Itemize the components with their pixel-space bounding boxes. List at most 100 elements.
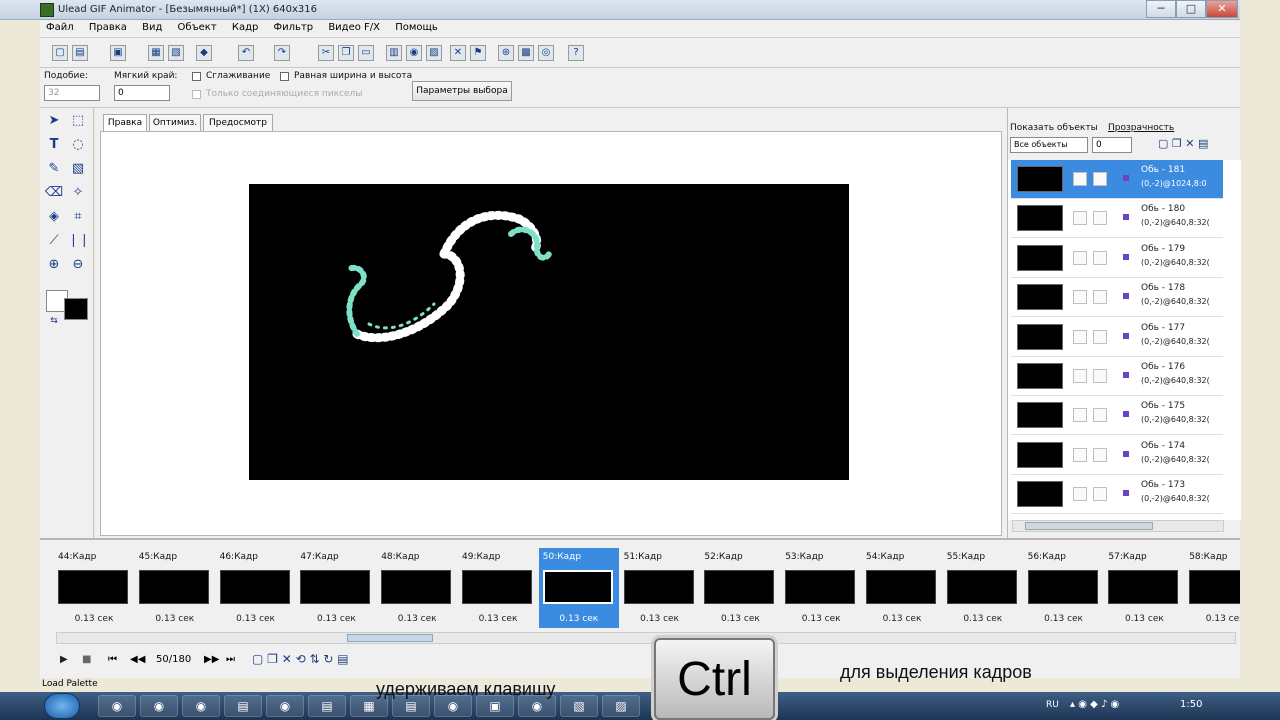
- first-frame-button[interactable]: ⏮: [108, 654, 117, 665]
- crop-tool-icon[interactable]: ⌗: [68, 208, 88, 226]
- frame-duration[interactable]: 0.13 сек: [620, 614, 700, 624]
- frame-duration[interactable]: 0.13 сек: [458, 614, 538, 624]
- menu-object[interactable]: Объект: [172, 20, 223, 35]
- start-button[interactable]: [44, 693, 80, 719]
- frame-item[interactable]: 52:Кадр 0.13 сек: [700, 548, 780, 628]
- object-visible-toggle[interactable]: [1073, 172, 1087, 186]
- frame-item[interactable]: 48:Кадр 0.13 сек: [377, 548, 457, 628]
- play-button[interactable]: ▶: [60, 654, 68, 665]
- object-lock-toggle[interactable]: [1093, 408, 1107, 423]
- frame-item[interactable]: 53:Кадр 0.13 сек: [781, 548, 861, 628]
- brush-tool-icon[interactable]: ❘❘: [68, 232, 90, 250]
- duplicate-frame-icon[interactable]: ◉: [406, 45, 422, 61]
- frame-duration[interactable]: 0.13 сек: [1024, 614, 1104, 624]
- prev-frame-button[interactable]: ◀◀: [130, 654, 145, 665]
- object-row[interactable]: Обь - 174 (0,-2)@640,8:32(: [1011, 435, 1223, 475]
- objects-hscrollbar[interactable]: [1012, 520, 1224, 532]
- frame-item[interactable]: 50:Кадр 0.13 сек: [538, 548, 619, 628]
- frame-duration[interactable]: 0.13 сек: [1185, 614, 1240, 624]
- frame-duration[interactable]: 0.13 сек: [296, 614, 376, 624]
- save-icon[interactable]: ▣: [110, 45, 126, 61]
- object-visible-toggle[interactable]: [1073, 369, 1087, 383]
- object-row[interactable]: Обь - 177 (0,-2)@640,8:32(: [1011, 317, 1223, 357]
- zoom-in-icon[interactable]: ⊕: [44, 256, 64, 274]
- object-visible-toggle[interactable]: [1073, 250, 1087, 265]
- palette-icon[interactable]: ◆: [196, 45, 212, 61]
- frame-item[interactable]: 45:Кадр 0.13 сек: [135, 548, 215, 628]
- frames-scroll-thumb[interactable]: [347, 634, 433, 642]
- help-icon[interactable]: ?: [568, 45, 584, 61]
- pencil-tool-icon[interactable]: ✎: [44, 160, 64, 178]
- frame-duration[interactable]: 0.13 сек: [377, 614, 457, 624]
- frame-duration[interactable]: 0.13 сек: [862, 614, 942, 624]
- menu-file[interactable]: Файл: [40, 20, 80, 35]
- menu-video-fx[interactable]: Видео F/X: [322, 20, 386, 35]
- minimize-button[interactable]: ─: [1146, 0, 1176, 18]
- object-lock-toggle[interactable]: [1093, 211, 1107, 226]
- object-lock-toggle[interactable]: [1093, 250, 1107, 265]
- undo-icon[interactable]: ↶: [238, 45, 254, 61]
- language-indicator[interactable]: RU: [1046, 700, 1059, 710]
- browser-icon[interactable]: ◎: [538, 45, 554, 61]
- object-row[interactable]: Обь - 181 (0,-2)@1024,8:0: [1011, 160, 1223, 199]
- insert-image-icon[interactable]: ▨: [426, 45, 442, 61]
- object-row[interactable]: Обь - 176 (0,-2)@640,8:32(: [1011, 357, 1223, 396]
- frame-item[interactable]: 46:Кадр 0.13 сек: [216, 548, 296, 628]
- frame-item[interactable]: 49:Кадр 0.13 сек: [458, 548, 538, 628]
- text-tool-icon[interactable]: T: [44, 136, 64, 154]
- taskbar-app-13[interactable]: ▨: [602, 695, 640, 717]
- opacity-input[interactable]: 0: [1092, 137, 1132, 153]
- frame-item[interactable]: 51:Кадр 0.13 сек: [620, 548, 700, 628]
- add-frame-icon[interactable]: ▥: [386, 45, 402, 61]
- soft-edge-input[interactable]: 0: [114, 85, 170, 101]
- taskbar-app-3[interactable]: ◉: [182, 695, 220, 717]
- tab-optimize[interactable]: Оптимиз.: [149, 114, 201, 132]
- equal-wh-checkbox[interactable]: [280, 72, 289, 81]
- cut-icon[interactable]: ✂: [318, 45, 334, 61]
- eyedropper-icon[interactable]: ⟋: [44, 232, 64, 250]
- last-frame-button[interactable]: ⏭: [226, 654, 235, 665]
- taskbar-app-5[interactable]: ◉: [266, 695, 304, 717]
- similar-input[interactable]: 32: [44, 85, 100, 101]
- object-row[interactable]: Обь - 180 (0,-2)@640,8:32(: [1011, 199, 1223, 239]
- object-toolbar-icons[interactable]: ▢ ❐ ✕ ▤: [1158, 137, 1208, 150]
- frame-duration[interactable]: 0.13 сек: [54, 614, 134, 624]
- lasso-tool-icon[interactable]: ◌: [68, 136, 88, 154]
- clone-tool-icon[interactable]: ▧: [68, 160, 88, 178]
- object-lock-toggle[interactable]: [1093, 172, 1107, 186]
- pointer-tool-icon[interactable]: ➤: [44, 112, 64, 130]
- zoom-out-icon[interactable]: ⊖: [68, 256, 88, 274]
- stop-button[interactable]: ■: [82, 654, 91, 665]
- objects-filter-select[interactable]: Все объекты: [1010, 137, 1088, 153]
- taskbar-app-2[interactable]: ◉: [140, 695, 178, 717]
- menu-help[interactable]: Помощь: [389, 20, 444, 35]
- object-visible-toggle[interactable]: [1073, 447, 1087, 462]
- frame-duration[interactable]: 0.13 сек: [539, 614, 619, 624]
- object-row[interactable]: Обь - 173 (0,-2)@640,8:32(: [1011, 475, 1223, 515]
- frame-item[interactable]: 54:Кадр 0.13 сек: [862, 548, 942, 628]
- object-lock-toggle[interactable]: [1093, 290, 1107, 305]
- tab-preview[interactable]: Предосмотр: [203, 114, 273, 132]
- menu-edit[interactable]: Правка: [83, 20, 133, 35]
- swap-colors-icon[interactable]: ⇆: [44, 312, 64, 330]
- tray-icons[interactable]: ▴ ◉ ◆ ♪ ◉: [1070, 699, 1119, 710]
- properties-icon[interactable]: ⚑: [470, 45, 486, 61]
- frame-item[interactable]: 58:Кадр 0.13 сек: [1185, 548, 1240, 628]
- object-visible-toggle[interactable]: [1073, 408, 1087, 423]
- object-lock-toggle[interactable]: [1093, 369, 1107, 383]
- frame-item[interactable]: 47:Кадр 0.13 сек: [296, 548, 376, 628]
- paste-icon[interactable]: ▭: [358, 45, 374, 61]
- print-icon[interactable]: ▦: [148, 45, 164, 61]
- preview-icon[interactable]: ▩: [518, 45, 534, 61]
- open-file-icon[interactable]: ▤: [72, 45, 88, 61]
- object-visible-toggle[interactable]: [1073, 290, 1087, 305]
- taskbar-app-4[interactable]: ▤: [224, 695, 262, 717]
- menu-filter[interactable]: Фильтр: [268, 20, 320, 35]
- frame-item[interactable]: 56:Кадр 0.13 сек: [1024, 548, 1104, 628]
- redo-icon[interactable]: ↷: [274, 45, 290, 61]
- close-button[interactable]: ✕: [1206, 0, 1238, 18]
- frames-hscrollbar[interactable]: [56, 632, 1236, 644]
- frame-item[interactable]: 55:Кадр 0.13 сек: [943, 548, 1023, 628]
- object-row[interactable]: Обь - 179 (0,-2)@640,8:32(: [1011, 238, 1223, 278]
- object-row[interactable]: Обь - 178 (0,-2)@640,8:32(: [1011, 278, 1223, 318]
